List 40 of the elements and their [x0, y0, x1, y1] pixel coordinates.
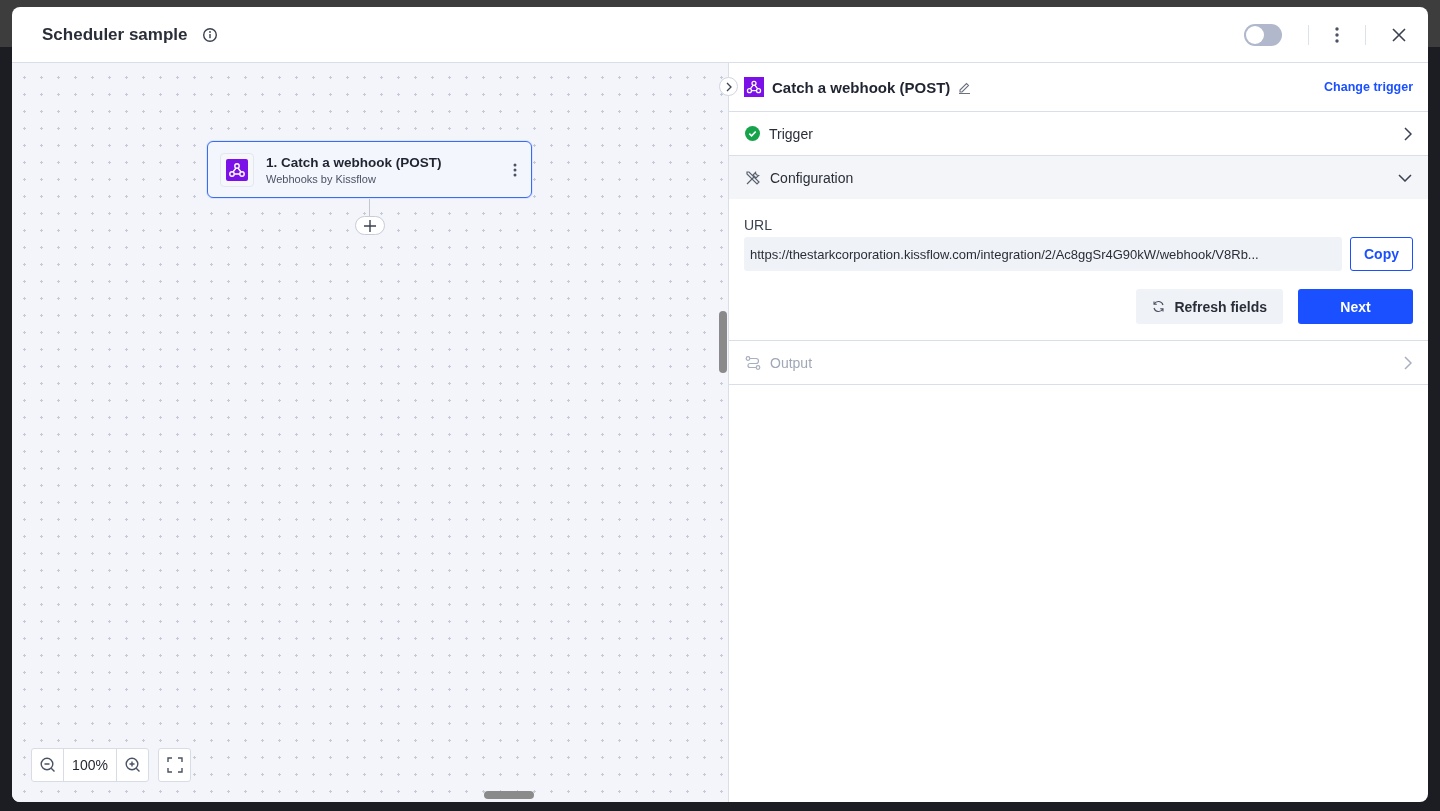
node-subtitle: Webhooks by Kissflow [266, 172, 377, 185]
next-button[interactable]: Next [1298, 289, 1413, 324]
refresh-icon [1152, 300, 1166, 313]
change-trigger-link[interactable]: Change trigger [1324, 80, 1413, 94]
panel-title: Catch a webhook (POST) [772, 78, 951, 96]
toggle-switch[interactable] [1244, 23, 1282, 46]
zoom-level: 100% [63, 749, 117, 781]
section-label: Output [770, 354, 813, 371]
more-options-icon[interactable] [1335, 26, 1339, 43]
tools-icon [745, 169, 761, 186]
route-icon [745, 354, 761, 371]
webhook-app-icon [744, 77, 764, 97]
fullscreen-button[interactable] [158, 748, 191, 782]
workflow-node[interactable]: 1. Catch a webhook (POST) Webhooks by Kissflow [207, 141, 532, 198]
scrollbar-thumb[interactable] [719, 311, 727, 373]
chevron-right-icon [1404, 355, 1412, 370]
close-icon[interactable] [1392, 27, 1406, 42]
chevron-down-icon [1398, 173, 1412, 182]
section-label: Trigger [769, 125, 813, 142]
webhook-app-icon [220, 152, 254, 187]
node-title: 1. Catch a webhook (POST) [266, 154, 443, 170]
zoom-out-icon [39, 757, 56, 773]
check-circle-icon [745, 126, 760, 141]
copy-button[interactable]: Copy [1350, 237, 1413, 271]
edit-pencil-icon[interactable] [958, 80, 972, 94]
refresh-fields-button[interactable]: Refresh fields [1136, 289, 1283, 324]
section-label: Configuration [770, 169, 854, 186]
accordion-header[interactable]: Configuration [729, 156, 1428, 199]
url-field[interactable]: https://thestarkcorporation.kissflow.com/integration/2/Ac8ggSr4G90kW/webhook/V8Rb... [744, 237, 1342, 271]
field-label: URL [744, 217, 773, 233]
chevron-right-icon [724, 81, 733, 92]
zoom-in-icon [124, 757, 141, 773]
window-title: Scheduler sample [42, 24, 188, 45]
scrollbar-thumb[interactable] [484, 791, 534, 799]
chevron-right-icon [1404, 126, 1412, 141]
plus-icon [364, 219, 376, 232]
info-icon[interactable] [201, 26, 218, 43]
more-options-icon[interactable] [513, 162, 517, 177]
fullscreen-icon [166, 757, 183, 773]
add-step-button[interactable] [355, 216, 385, 235]
